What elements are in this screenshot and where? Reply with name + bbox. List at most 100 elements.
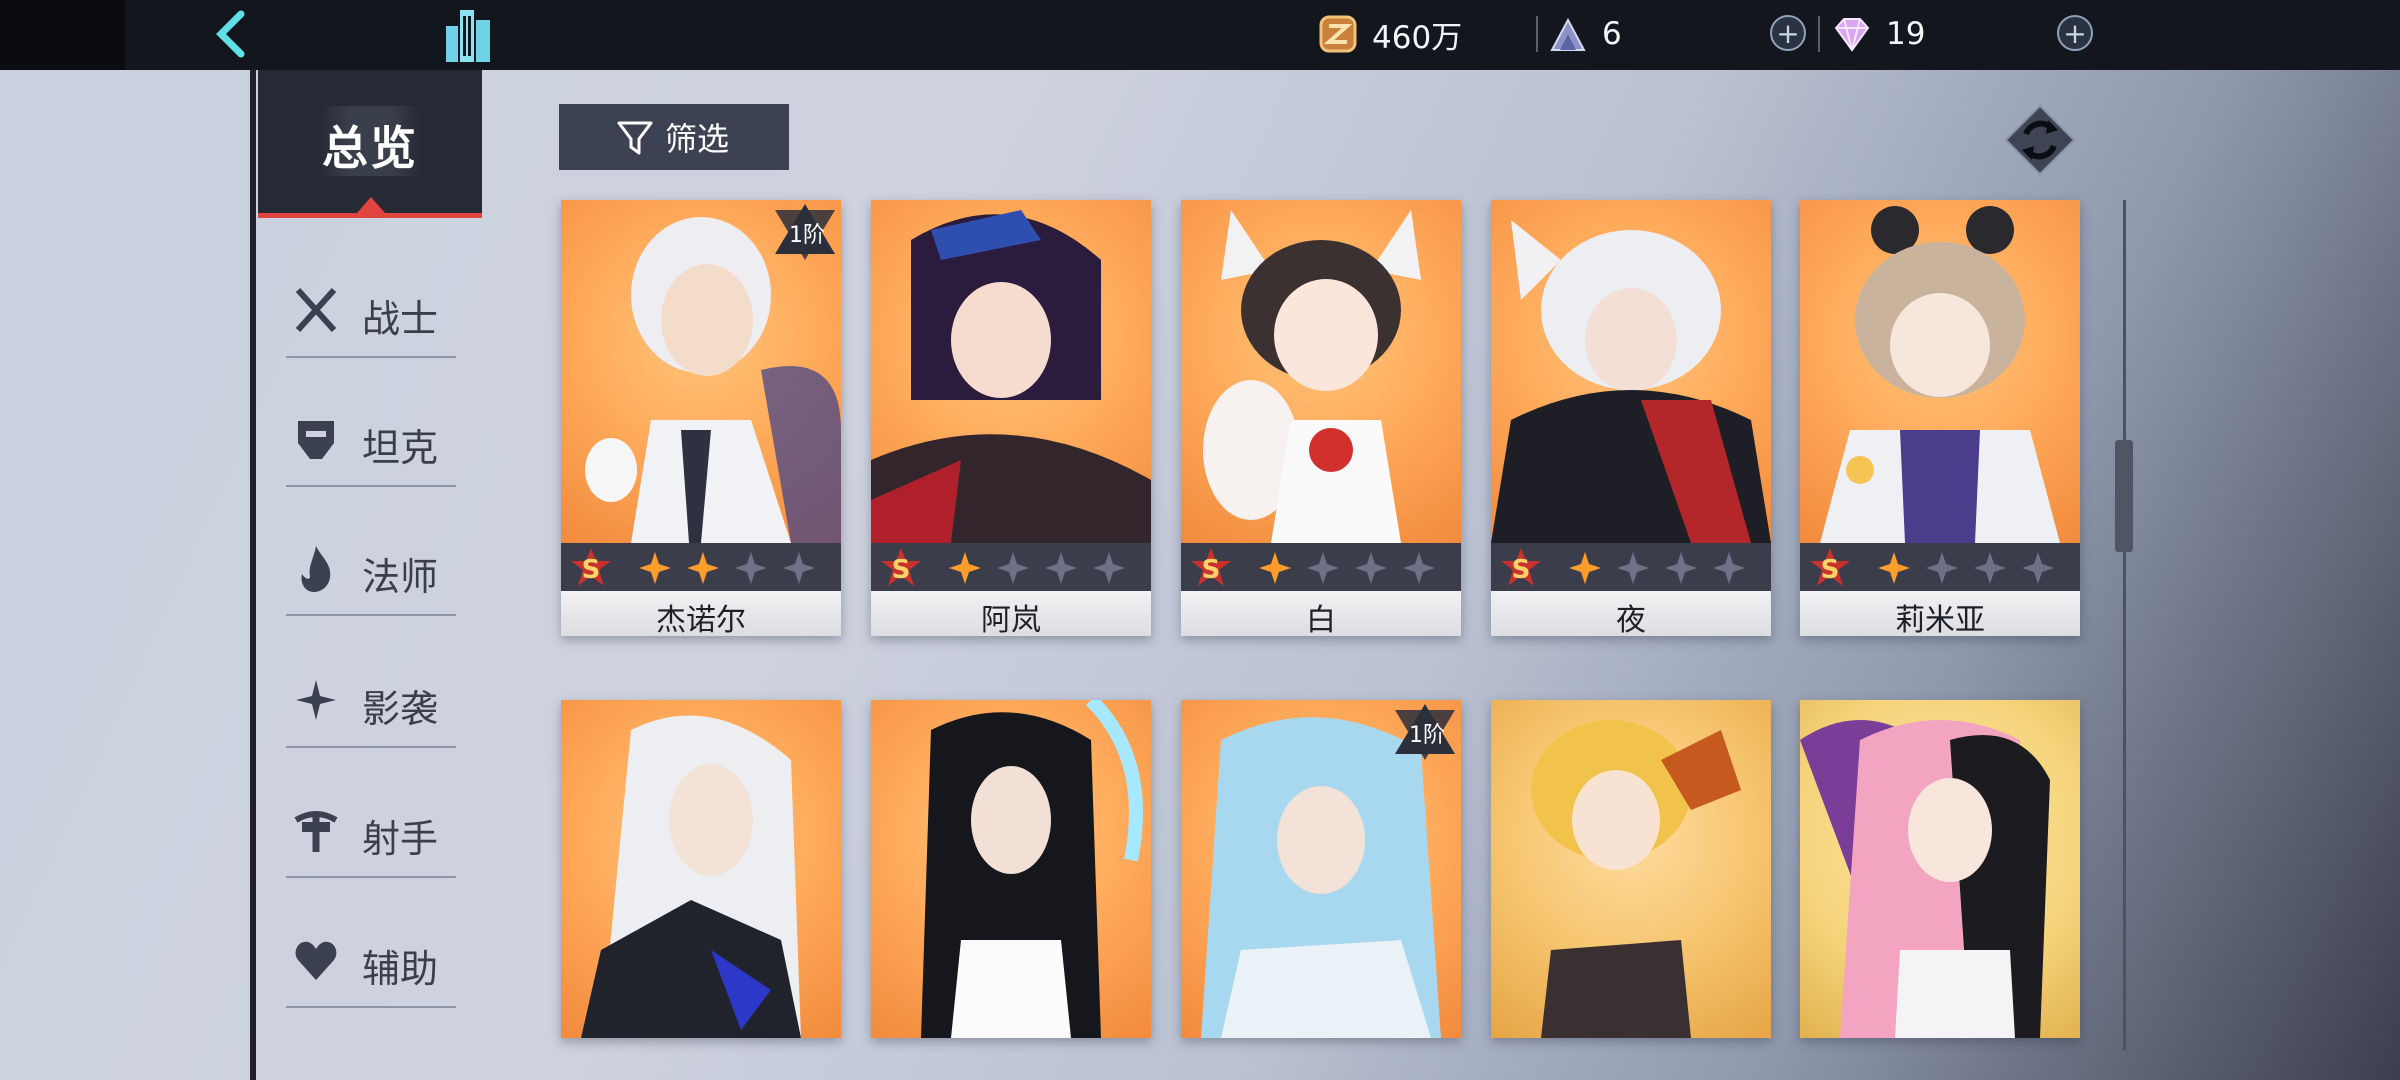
- helmet-icon: [298, 421, 334, 459]
- star-lit-icon: [941, 552, 989, 584]
- hero-card[interactable]: [871, 700, 1151, 1038]
- hero-portrait: [561, 700, 841, 1038]
- hero-card[interactable]: [561, 700, 841, 1038]
- tab-overview[interactable]: 总览: [258, 70, 482, 218]
- hero-card[interactable]: S 阿岚: [871, 200, 1151, 636]
- mountain-energy-icon: [1550, 17, 1586, 51]
- sidebar-item-tank[interactable]: 坦克: [286, 391, 456, 487]
- sidebar-item-mage[interactable]: 法师: [286, 520, 456, 616]
- star-empty-icon: [1299, 552, 1347, 584]
- hero-card[interactable]: [1800, 700, 2080, 1038]
- sidebar-item-label: 战士: [362, 297, 439, 341]
- grade-s-badge: S: [881, 548, 921, 586]
- gold-counter: 460万: [1318, 10, 1462, 58]
- crossbow-icon: [294, 811, 338, 852]
- divider: [1818, 16, 1820, 52]
- grade-label: S: [1202, 555, 1221, 585]
- star-rating: [1561, 552, 1753, 584]
- star-lit-icon: [1561, 552, 1609, 584]
- top-bar: 460万 6 + 19 +: [0, 0, 2400, 70]
- hero-name: 夜: [1616, 603, 1646, 636]
- divider: [286, 746, 456, 748]
- back-arrow-icon[interactable]: [205, 6, 265, 62]
- grade-s-badge: S: [1810, 548, 1850, 586]
- star-empty-icon: [1347, 552, 1395, 584]
- filter-label: 筛选: [665, 120, 730, 158]
- star-lit-icon: [631, 552, 679, 584]
- hero-name: 白: [1306, 603, 1336, 636]
- hero-portrait: [871, 700, 1151, 1038]
- tier-badge: 1阶: [1395, 704, 1455, 760]
- sidebar-item-warrior[interactable]: 战士: [286, 262, 456, 358]
- tier-label: 1阶: [1409, 723, 1445, 748]
- divider: [1536, 16, 1538, 52]
- sidebar-item-label: 法师: [362, 555, 439, 599]
- star-empty-icon: [1918, 552, 1966, 584]
- star-empty-icon: [727, 552, 775, 584]
- gem-amount: 19: [1886, 16, 1926, 52]
- hero-card[interactable]: [1491, 700, 1771, 1038]
- star-empty-icon: [775, 552, 823, 584]
- grade-label: S: [1512, 555, 1531, 585]
- tier-badge: 1阶: [775, 204, 835, 260]
- crossed-swords-icon: [295, 287, 337, 333]
- grade-label: S: [582, 555, 601, 585]
- city-buildings-icon[interactable]: [438, 4, 498, 66]
- scrollbar-thumb[interactable]: [2115, 440, 2133, 552]
- hero-name: 杰诺尔: [656, 603, 746, 636]
- divider: [286, 876, 456, 878]
- active-underline: [258, 213, 482, 218]
- sidebar-item-assassin[interactable]: 影袭: [286, 652, 456, 748]
- scrollbar-track[interactable]: [2123, 200, 2126, 1050]
- star-empty-icon: [989, 552, 1037, 584]
- divider: [286, 485, 456, 487]
- funnel-icon: [617, 121, 653, 155]
- filter-button[interactable]: 筛选: [559, 104, 789, 170]
- hero-name: 阿岚: [981, 603, 1041, 636]
- star-empty-icon: [2014, 552, 2062, 584]
- grade-s-badge: S: [1191, 548, 1231, 586]
- gold-amount: 460万: [1372, 19, 1463, 56]
- hero-name: 莉米亚: [1895, 603, 1985, 636]
- tier-label: 1阶: [789, 223, 825, 248]
- sidebar-item-label: 坦克: [362, 426, 439, 470]
- sidebar-title: 总览: [322, 121, 418, 175]
- star-lit-icon: [1870, 552, 1918, 584]
- grade-label: S: [892, 555, 911, 585]
- star-rating: [941, 552, 1133, 584]
- divider: [286, 356, 456, 358]
- hero-portrait: [1800, 700, 2080, 1038]
- star-empty-icon: [1705, 552, 1753, 584]
- divider: [286, 1006, 456, 1008]
- diamond-gem-icon: [1834, 18, 1870, 52]
- star-lit-icon: [1251, 552, 1299, 584]
- active-indicator: [357, 197, 385, 213]
- grade-label: S: [1821, 555, 1840, 585]
- grade-s-badge: S: [571, 548, 611, 586]
- star-lit-icon: [679, 552, 727, 584]
- add-energy-button[interactable]: +: [1770, 15, 1806, 51]
- hero-card[interactable]: S 夜: [1491, 200, 1771, 636]
- star-empty-icon: [1609, 552, 1657, 584]
- gem-counter: 19: [1832, 10, 1925, 58]
- hero-portrait: [1800, 200, 2080, 543]
- shuriken-icon: [296, 680, 336, 720]
- add-gem-button[interactable]: +: [2057, 15, 2093, 51]
- flame-icon: [301, 546, 331, 592]
- sidebar-item-marksman[interactable]: 射手: [286, 782, 456, 878]
- star-empty-icon: [1037, 552, 1085, 584]
- hero-card[interactable]: S 白: [1181, 200, 1461, 636]
- sidebar-item-label: 辅助: [362, 947, 439, 991]
- hero-portrait: [871, 200, 1151, 543]
- sidebar-item-label: 影袭: [362, 687, 439, 731]
- star-empty-icon: [1085, 552, 1133, 584]
- sidebar-item-label: 射手: [362, 817, 439, 861]
- hero-card[interactable]: S 莉米亚: [1800, 200, 2080, 636]
- hero-card[interactable]: 1阶: [1181, 700, 1461, 1038]
- sidebar-item-support[interactable]: 辅助: [286, 912, 456, 1008]
- cycle-arrows-icon[interactable]: [2004, 104, 2076, 176]
- star-rating: [1870, 552, 2062, 584]
- hero-card[interactable]: 1阶 S 杰诺尔: [561, 200, 841, 636]
- top-bar-left-shade: [0, 0, 125, 70]
- grade-s-badge: S: [1501, 548, 1541, 586]
